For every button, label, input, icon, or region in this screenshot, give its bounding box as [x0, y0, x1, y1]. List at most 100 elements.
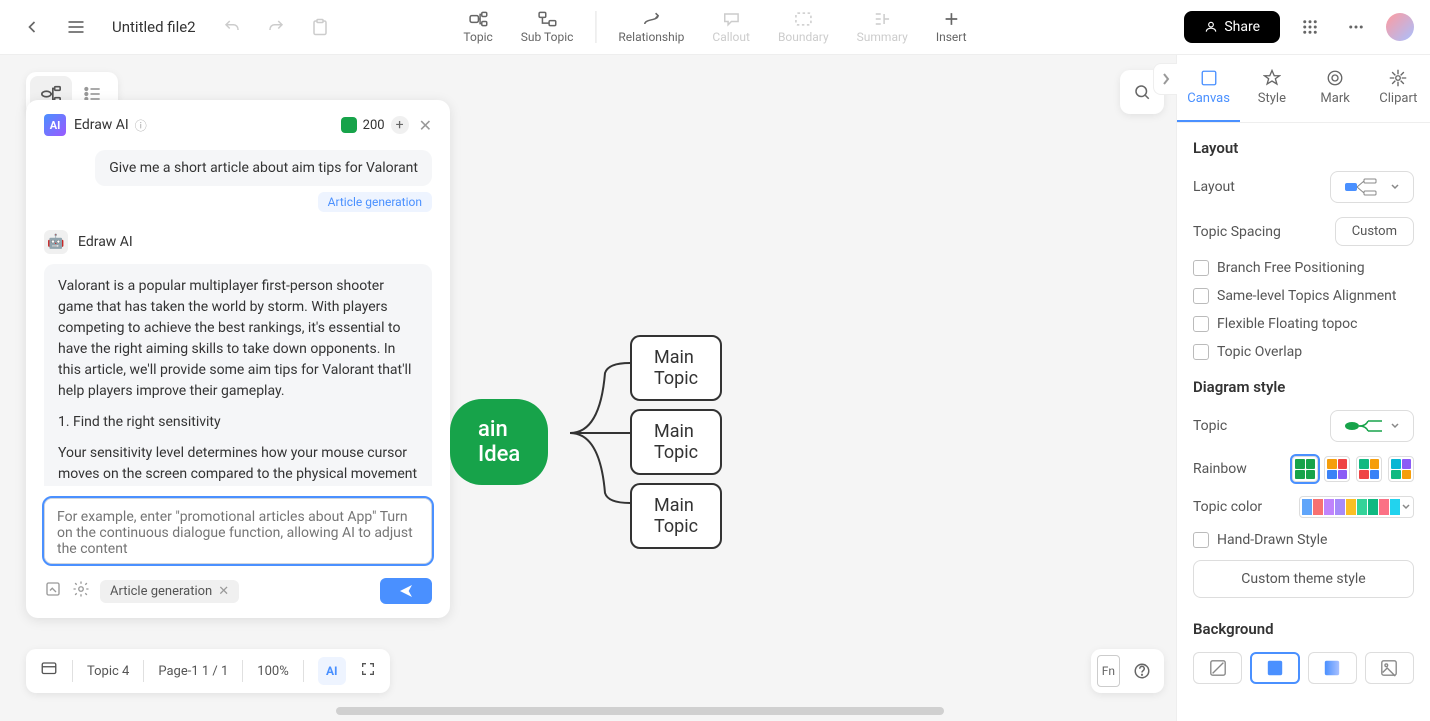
- row-layout: Layout: [1193, 171, 1414, 203]
- chevron-down-icon: [1401, 502, 1411, 512]
- tool-callout[interactable]: Callout: [698, 4, 764, 50]
- clipboard-button[interactable]: [304, 11, 336, 43]
- tab-clipart-label: Clipart: [1379, 91, 1417, 106]
- back-button[interactable]: [16, 11, 48, 43]
- tool-insert-label: Insert: [936, 30, 967, 44]
- topic-label: Topic: [1193, 418, 1227, 434]
- right-panel-tabs: Canvas Style Mark Clipart: [1177, 55, 1430, 123]
- ai-toggle[interactable]: AI: [318, 657, 346, 685]
- child-node-1[interactable]: Main Topic: [630, 335, 722, 401]
- more-button[interactable]: [1340, 11, 1372, 43]
- toolbar-separator: [595, 11, 596, 43]
- layout-select[interactable]: [1330, 171, 1414, 203]
- child-node-2[interactable]: Main Topic: [630, 409, 722, 475]
- toolbar: Topic Sub Topic Relationship Callout Bou…: [449, 4, 980, 50]
- fullscreen-button[interactable]: [360, 661, 376, 681]
- check-overlap[interactable]: Topic Overlap: [1193, 344, 1414, 360]
- horizontal-scrollbar[interactable]: [336, 707, 944, 715]
- rainbow-options: [1292, 456, 1414, 482]
- rainbow-label: Rainbow: [1193, 461, 1247, 477]
- tool-summary[interactable]: Summary: [843, 4, 922, 50]
- tool-topic[interactable]: Topic: [449, 4, 506, 50]
- tool-topic-label: Topic: [463, 30, 492, 44]
- bg-image[interactable]: [1365, 652, 1414, 684]
- fn-button[interactable]: Fn: [1097, 655, 1120, 687]
- tool-boundary-label: Boundary: [778, 30, 829, 44]
- layout-label: Layout: [1193, 179, 1235, 195]
- rainbow-opt-1[interactable]: [1292, 456, 1318, 482]
- topbar-left: Untitled file2: [16, 11, 336, 43]
- check-hand-drawn[interactable]: Hand-Drawn Style: [1193, 532, 1414, 548]
- hand-drawn-label: Hand-Drawn Style: [1217, 532, 1327, 548]
- tab-canvas[interactable]: Canvas: [1177, 55, 1240, 122]
- separator: [72, 660, 73, 682]
- share-button[interactable]: Share: [1184, 11, 1280, 43]
- section-background-title: Background: [1193, 620, 1414, 638]
- collapse-panel-button[interactable]: [1153, 63, 1177, 95]
- checkbox[interactable]: [1193, 344, 1209, 360]
- flex-float-label: Flexible Floating topoc: [1217, 316, 1357, 332]
- background-options: [1193, 652, 1414, 684]
- rainbow-opt-4[interactable]: [1388, 456, 1414, 482]
- tool-boundary[interactable]: Boundary: [764, 4, 843, 50]
- zoom-level[interactable]: 100%: [257, 664, 288, 679]
- tab-mark-label: Mark: [1320, 91, 1349, 106]
- branch-free-label: Branch Free Positioning: [1217, 260, 1365, 276]
- topic-style-select[interactable]: [1330, 410, 1414, 442]
- help-button[interactable]: [1126, 655, 1158, 687]
- root-node[interactable]: ain Idea: [450, 399, 548, 485]
- tab-style-label: Style: [1258, 91, 1286, 106]
- tool-insert[interactable]: Insert: [922, 4, 981, 50]
- check-flex-float[interactable]: Flexible Floating topoc: [1193, 316, 1414, 332]
- bottom-right-tools: Fn: [1091, 649, 1164, 693]
- tool-callout-label: Callout: [712, 30, 750, 44]
- child-node-3[interactable]: Main Topic: [630, 483, 722, 549]
- topbar-right: Share: [1184, 11, 1414, 43]
- tool-relationship-label: Relationship: [618, 30, 684, 44]
- section-layout-title: Layout: [1193, 139, 1414, 157]
- avatar[interactable]: [1386, 13, 1414, 41]
- overlap-label: Topic Overlap: [1217, 344, 1302, 360]
- bg-none[interactable]: [1193, 652, 1242, 684]
- canvas[interactable]: ain Idea Main Topic Main Topic Main Topi…: [0, 55, 1176, 721]
- separator: [143, 660, 144, 682]
- spacing-custom-button[interactable]: Custom: [1335, 217, 1414, 246]
- bg-solid[interactable]: [1250, 652, 1299, 684]
- row-spacing: Topic Spacing Custom: [1193, 217, 1414, 246]
- share-label: Share: [1224, 19, 1260, 35]
- tool-relationship[interactable]: Relationship: [604, 4, 698, 50]
- topic-color-select[interactable]: [1299, 496, 1414, 518]
- checkbox[interactable]: [1193, 288, 1209, 304]
- custom-theme-button[interactable]: Custom theme style: [1193, 560, 1414, 598]
- apps-button[interactable]: [1294, 11, 1326, 43]
- spacing-label: Topic Spacing: [1193, 224, 1281, 240]
- rainbow-opt-3[interactable]: [1356, 456, 1382, 482]
- row-topic-style: Topic: [1193, 410, 1414, 442]
- checkbox[interactable]: [1193, 532, 1209, 548]
- page-indicator[interactable]: Page-1 1 / 1: [158, 664, 228, 679]
- tab-clipart[interactable]: Clipart: [1367, 55, 1430, 122]
- tab-mark[interactable]: Mark: [1304, 55, 1367, 122]
- checkbox[interactable]: [1193, 316, 1209, 332]
- chevron-down-icon: [1390, 182, 1400, 192]
- separator: [242, 660, 243, 682]
- check-same-level[interactable]: Same-level Topics Alignment: [1193, 288, 1414, 304]
- tool-sub-topic-label: Sub Topic: [521, 30, 574, 44]
- checkbox[interactable]: [1193, 260, 1209, 276]
- same-level-label: Same-level Topics Alignment: [1217, 288, 1396, 304]
- menu-button[interactable]: [60, 11, 92, 43]
- right-panel-content: Layout Layout Topic Spacing Custom Branc…: [1177, 123, 1430, 700]
- check-branch-free[interactable]: Branch Free Positioning: [1193, 260, 1414, 276]
- right-panel: Canvas Style Mark Clipart Layout Layout …: [1176, 55, 1430, 721]
- redo-button[interactable]: [260, 11, 292, 43]
- file-title[interactable]: Untitled file2: [112, 18, 196, 36]
- topbar: Untitled file2 Topic Sub Topic Relations…: [0, 0, 1430, 55]
- bg-gradient[interactable]: [1308, 652, 1357, 684]
- rainbow-opt-2[interactable]: [1324, 456, 1350, 482]
- outline-icon[interactable]: [40, 660, 58, 682]
- undo-button[interactable]: [216, 11, 248, 43]
- section-diagram-title: Diagram style: [1193, 378, 1414, 396]
- tab-style[interactable]: Style: [1240, 55, 1303, 122]
- row-rainbow: Rainbow: [1193, 456, 1414, 482]
- tool-sub-topic[interactable]: Sub Topic: [507, 4, 588, 50]
